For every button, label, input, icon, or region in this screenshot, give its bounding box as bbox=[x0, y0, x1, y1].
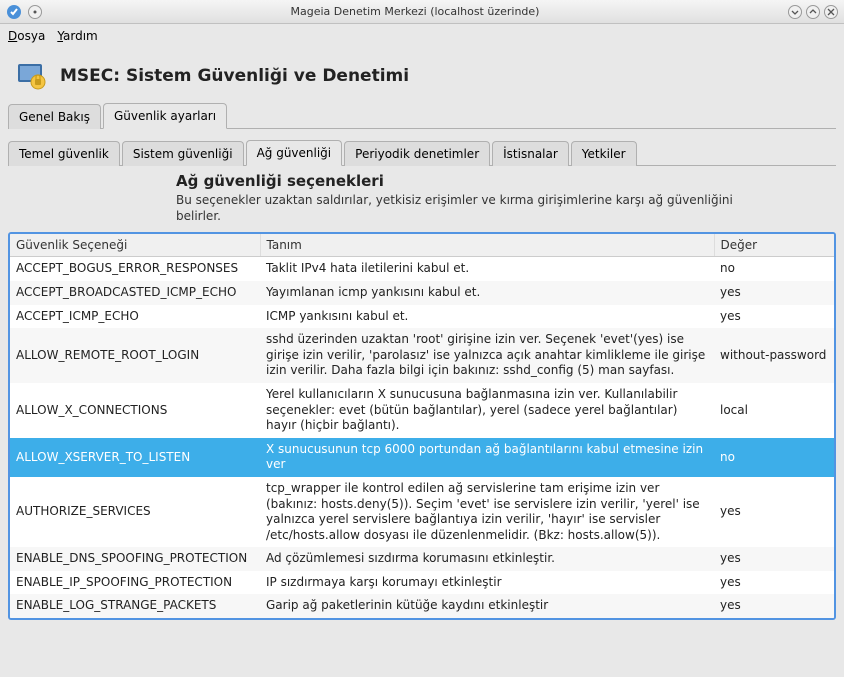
table-header-row: Güvenlik Seçeneği Tanım Değer bbox=[10, 234, 834, 257]
cell-value: no bbox=[714, 438, 834, 477]
cell-option: ENABLE_LOG_STRANGE_PACKETS bbox=[10, 594, 260, 618]
cell-value: yes bbox=[714, 281, 834, 305]
menu-file-rest: osya bbox=[17, 29, 45, 43]
inner-tabs: Temel güvenlik Sistem güvenliği Ağ güven… bbox=[8, 139, 836, 166]
cell-option: AUTHORIZE_SERVICES bbox=[10, 477, 260, 547]
cell-description: sshd üzerinden uzaktan 'root' girişine i… bbox=[260, 328, 714, 383]
titlebar-controls bbox=[788, 5, 838, 19]
cell-description: Yerel kullanıcıların X sunucusuna bağlan… bbox=[260, 383, 714, 438]
table-row[interactable]: ACCEPT_ICMP_ECHOICMP yankısını kabul et.… bbox=[10, 305, 834, 329]
cell-description: IP sızdırmaya karşı korumayı etkinleştir bbox=[260, 571, 714, 595]
app-icon bbox=[6, 4, 22, 20]
cell-value: without-password bbox=[714, 328, 834, 383]
table-row[interactable]: ALLOW_X_CONNECTIONSYerel kullanıcıların … bbox=[10, 383, 834, 438]
menu-help-rest: ardım bbox=[63, 29, 98, 43]
cell-option: ACCEPT_BOGUS_ERROR_RESPONSES bbox=[10, 257, 260, 281]
window-title: Mageia Denetim Merkezi (localhost üzerin… bbox=[42, 5, 788, 18]
options-table-wrap[interactable]: Güvenlik Seçeneği Tanım Değer ACCEPT_BOG… bbox=[8, 232, 836, 620]
table-row[interactable]: ENABLE_DNS_SPOOFING_PROTECTIONAd çözümle… bbox=[10, 547, 834, 571]
cell-option: ALLOW_X_CONNECTIONS bbox=[10, 383, 260, 438]
cell-option: ENABLE_IP_SPOOFING_PROTECTION bbox=[10, 571, 260, 595]
section-title: Ağ güvenliği seçenekleri bbox=[176, 172, 836, 190]
cell-option: ACCEPT_ICMP_ECHO bbox=[10, 305, 260, 329]
header-shield-icon bbox=[14, 58, 50, 94]
table-row[interactable]: ENABLE_LOG_STRANGE_PACKETSGarip ağ paket… bbox=[10, 594, 834, 618]
table-row[interactable]: ENABLE_IP_SPOOFING_PROTECTIONIP sızdırma… bbox=[10, 571, 834, 595]
tab-periodic-checks[interactable]: Periyodik denetimler bbox=[344, 141, 490, 166]
cell-description: tcp_wrapper ile kontrol edilen ağ servis… bbox=[260, 477, 714, 547]
menubar: Dosya Yardım bbox=[0, 24, 844, 48]
tab-exceptions[interactable]: İstisnalar bbox=[492, 141, 569, 166]
tab-system-security[interactable]: Sistem güvenliği bbox=[122, 141, 244, 166]
col-option[interactable]: Güvenlik Seçeneği bbox=[10, 234, 260, 257]
table-row[interactable]: ALLOW_XSERVER_TO_LISTENX sunucusunun tcp… bbox=[10, 438, 834, 477]
cell-value: yes bbox=[714, 547, 834, 571]
options-table: Güvenlik Seçeneği Tanım Değer ACCEPT_BOG… bbox=[10, 234, 834, 618]
cell-option: ENABLE_DNS_SPOOFING_PROTECTION bbox=[10, 547, 260, 571]
header: MSEC: Sistem Güvenliği ve Denetimi bbox=[0, 48, 844, 102]
outer-tabs: Genel Bakış Güvenlik ayarları bbox=[8, 102, 836, 129]
section-description: Ağ güvenliği seçenekleri Bu seçenekler u… bbox=[8, 166, 836, 232]
table-row[interactable]: ACCEPT_BROADCASTED_ICMP_ECHOYayımlanan i… bbox=[10, 281, 834, 305]
table-row[interactable]: ACCEPT_BOGUS_ERROR_RESPONSESTaklit IPv4 … bbox=[10, 257, 834, 281]
cell-description: ICMP yankısını kabul et. bbox=[260, 305, 714, 329]
page-title: MSEC: Sistem Güvenliği ve Denetimi bbox=[60, 66, 409, 86]
tab-permissions[interactable]: Yetkiler bbox=[571, 141, 637, 166]
cell-option: ALLOW_XSERVER_TO_LISTEN bbox=[10, 438, 260, 477]
col-description[interactable]: Tanım bbox=[260, 234, 714, 257]
cell-option: ALLOW_REMOTE_ROOT_LOGIN bbox=[10, 328, 260, 383]
menu-help[interactable]: Yardım bbox=[57, 29, 97, 43]
tab-overview[interactable]: Genel Bakış bbox=[8, 104, 101, 129]
cell-value: yes bbox=[714, 594, 834, 618]
rollup-icon[interactable] bbox=[28, 5, 42, 19]
cell-value: no bbox=[714, 257, 834, 281]
cell-value: yes bbox=[714, 305, 834, 329]
col-value[interactable]: Değer bbox=[714, 234, 834, 257]
content-area: Temel güvenlik Sistem güvenliği Ağ güven… bbox=[8, 139, 836, 620]
minimize-icon[interactable] bbox=[788, 5, 802, 19]
close-icon[interactable] bbox=[824, 5, 838, 19]
cell-value: yes bbox=[714, 571, 834, 595]
menu-file[interactable]: Dosya bbox=[8, 29, 45, 43]
tab-security-settings[interactable]: Güvenlik ayarları bbox=[103, 103, 227, 129]
cell-description: Taklit IPv4 hata iletilerini kabul et. bbox=[260, 257, 714, 281]
maximize-icon[interactable] bbox=[806, 5, 820, 19]
cell-description: Yayımlanan icmp yankısını kabul et. bbox=[260, 281, 714, 305]
table-row[interactable]: ALLOW_REMOTE_ROOT_LOGINsshd üzerinden uz… bbox=[10, 328, 834, 383]
tab-basic-security[interactable]: Temel güvenlik bbox=[8, 141, 120, 166]
table-row[interactable]: AUTHORIZE_SERVICEStcp_wrapper ile kontro… bbox=[10, 477, 834, 547]
cell-description: Garip ağ paketlerinin kütüğe kaydını etk… bbox=[260, 594, 714, 618]
cell-description: X sunucusunun tcp 6000 portundan ağ bağl… bbox=[260, 438, 714, 477]
cell-value: local bbox=[714, 383, 834, 438]
tab-network-security[interactable]: Ağ güvenliği bbox=[246, 140, 343, 166]
titlebar-left bbox=[6, 4, 42, 20]
cell-description: Ad çözümlemesi sızdırma korumasını etkin… bbox=[260, 547, 714, 571]
table-body: ACCEPT_BOGUS_ERROR_RESPONSESTaklit IPv4 … bbox=[10, 257, 834, 618]
titlebar: Mageia Denetim Merkezi (localhost üzerin… bbox=[0, 0, 844, 24]
section-subtitle: Bu seçenekler uzaktan saldırılar, yetkis… bbox=[176, 192, 736, 224]
cell-value: yes bbox=[714, 477, 834, 547]
cell-option: ACCEPT_BROADCASTED_ICMP_ECHO bbox=[10, 281, 260, 305]
menu-file-underline: D bbox=[8, 29, 17, 43]
